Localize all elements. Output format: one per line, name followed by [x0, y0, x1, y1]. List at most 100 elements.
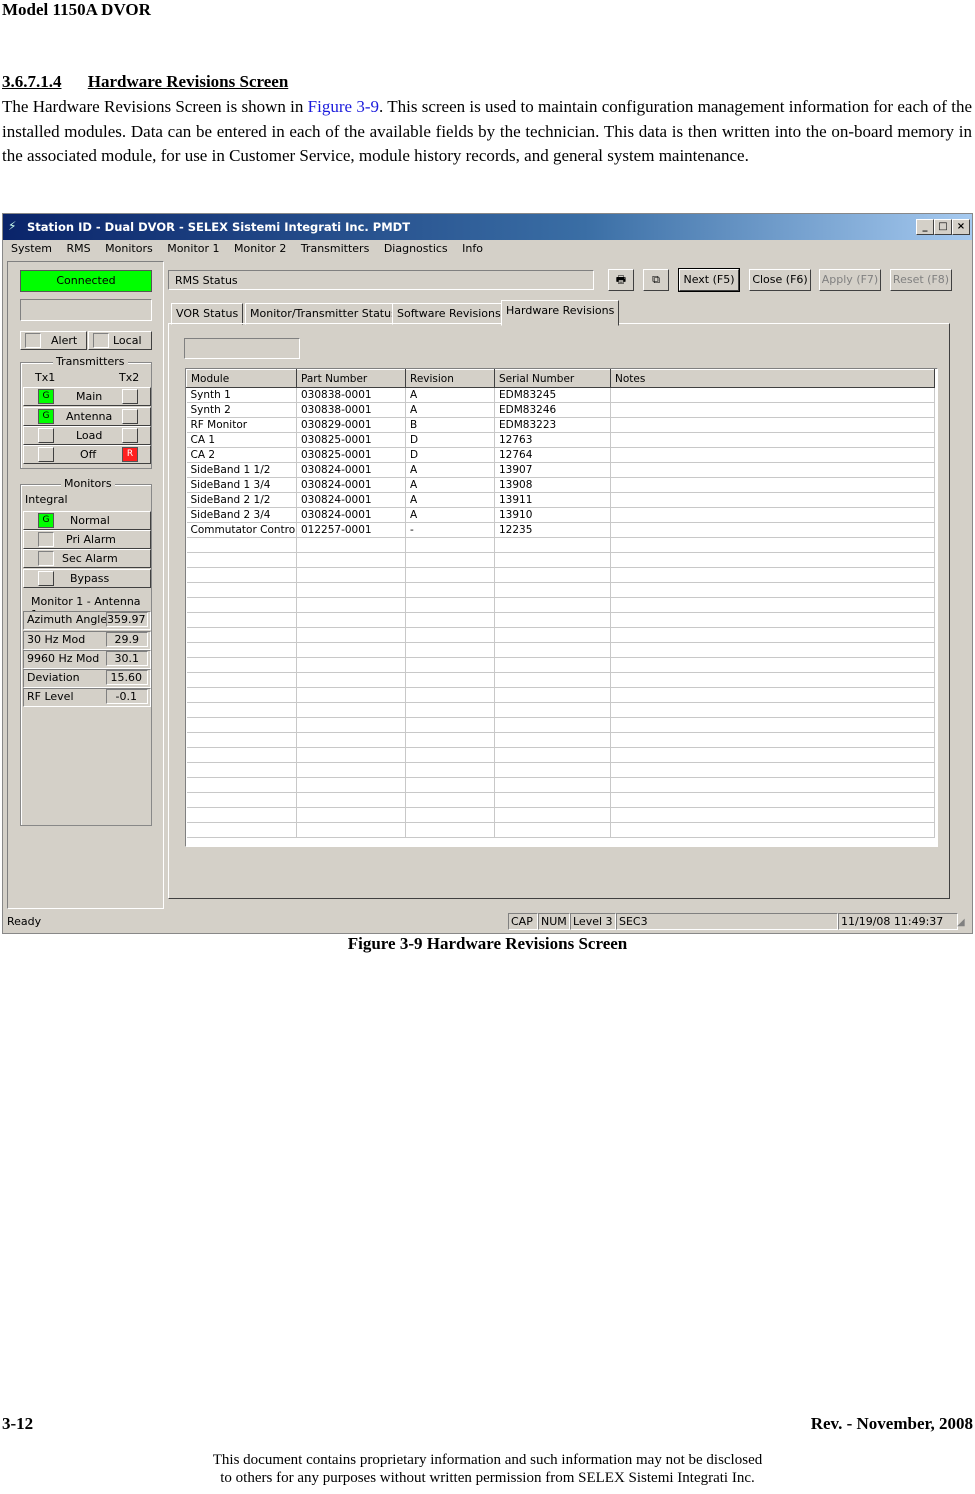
table-cell[interactable]: SideBand 1 3/4: [186, 477, 297, 493]
table-cell[interactable]: EDM83246: [494, 402, 611, 418]
table-cell[interactable]: A: [405, 492, 495, 508]
close-window-button[interactable]: ×: [952, 219, 970, 235]
table-row-empty[interactable]: [186, 807, 935, 823]
table-row[interactable]: SideBand 2 1/2 030824-0001 A 13911: [186, 492, 935, 508]
tx-antenna-row[interactable]: G Antenna: [23, 407, 151, 426]
table-row-empty[interactable]: [186, 822, 935, 838]
table-cell[interactable]: [405, 792, 495, 808]
copy-button[interactable]: ⧉: [643, 269, 669, 291]
table-cell[interactable]: [610, 522, 935, 538]
resize-grip-icon[interactable]: ◢: [957, 917, 965, 928]
table-cell[interactable]: [494, 762, 611, 778]
reset-button[interactable]: Reset (F8): [890, 269, 952, 291]
table-cell[interactable]: 13911: [494, 492, 611, 508]
tx-load-row[interactable]: Load: [23, 426, 151, 445]
figure-link[interactable]: Figure 3-9: [308, 97, 379, 116]
table-row[interactable]: Synth 1 030838-0001 A EDM83245: [186, 387, 935, 403]
table-cell[interactable]: 030824-0001: [296, 462, 406, 478]
table-cell[interactable]: [296, 717, 406, 733]
table-cell[interactable]: [405, 747, 495, 763]
table-cell[interactable]: [610, 387, 935, 403]
table-cell[interactable]: [494, 567, 611, 583]
table-cell[interactable]: [186, 642, 297, 658]
tab-software-revisions[interactable]: Software Revisions: [392, 303, 506, 325]
table-cell[interactable]: CA 2: [186, 447, 297, 463]
table-cell[interactable]: A: [405, 507, 495, 523]
table-row-empty[interactable]: [186, 537, 935, 553]
table-cell[interactable]: [610, 597, 935, 613]
table-cell[interactable]: 12235: [494, 522, 611, 538]
table-cell[interactable]: 030829-0001: [296, 417, 406, 433]
col-notes[interactable]: Notes: [610, 369, 935, 388]
table-cell[interactable]: [610, 717, 935, 733]
table-cell[interactable]: [405, 822, 495, 838]
table-cell[interactable]: [186, 762, 297, 778]
col-module[interactable]: Module: [186, 369, 297, 388]
tab-field[interactable]: [184, 338, 300, 359]
table-cell[interactable]: [186, 807, 297, 823]
table-cell[interactable]: [494, 537, 611, 553]
table-cell[interactable]: 030824-0001: [296, 507, 406, 523]
menu-info[interactable]: Info: [462, 240, 483, 255]
table-cell[interactable]: [186, 822, 297, 838]
table-cell[interactable]: 012257-0001: [296, 522, 406, 538]
table-cell[interactable]: [296, 567, 406, 583]
table-cell[interactable]: [494, 642, 611, 658]
table-cell[interactable]: [405, 552, 495, 568]
table-cell[interactable]: [186, 777, 297, 793]
table-cell[interactable]: [494, 717, 611, 733]
menu-monitor-1[interactable]: Monitor 1: [167, 240, 219, 255]
table-cell[interactable]: [405, 612, 495, 628]
table-cell[interactable]: [405, 537, 495, 553]
table-cell[interactable]: [296, 612, 406, 628]
table-cell[interactable]: [186, 672, 297, 688]
table-cell[interactable]: 030825-0001: [296, 432, 406, 448]
table-cell[interactable]: -: [405, 522, 495, 538]
table-cell[interactable]: SideBand 2 3/4: [186, 507, 297, 523]
table-cell[interactable]: [494, 552, 611, 568]
table-row-empty[interactable]: [186, 612, 935, 628]
table-cell[interactable]: [186, 582, 297, 598]
table-cell[interactable]: [405, 642, 495, 658]
col-serial-number[interactable]: Serial Number: [494, 369, 611, 388]
table-cell[interactable]: [610, 582, 935, 598]
table-cell[interactable]: [494, 672, 611, 688]
table-cell[interactable]: [296, 657, 406, 673]
table-cell[interactable]: A: [405, 477, 495, 493]
col-part-number[interactable]: Part Number: [296, 369, 406, 388]
menu-rms[interactable]: RMS: [67, 240, 91, 255]
tab-monitor-transmitter-status[interactable]: Monitor/Transmitter Status: [245, 303, 402, 325]
table-cell[interactable]: [296, 702, 406, 718]
table-cell[interactable]: Commutator Control: [186, 522, 297, 538]
table-cell[interactable]: [610, 612, 935, 628]
table-cell[interactable]: SideBand 2 1/2: [186, 492, 297, 508]
table-row-empty[interactable]: [186, 762, 935, 778]
table-cell[interactable]: [405, 762, 495, 778]
table-cell[interactable]: [296, 672, 406, 688]
table-cell[interactable]: [296, 747, 406, 763]
table-cell[interactable]: [610, 627, 935, 643]
table-cell[interactable]: SideBand 1 1/2: [186, 462, 297, 478]
table-cell[interactable]: [405, 687, 495, 703]
table-cell[interactable]: [494, 702, 611, 718]
table-cell[interactable]: [186, 747, 297, 763]
table-cell[interactable]: D: [405, 432, 495, 448]
table-cell[interactable]: [610, 672, 935, 688]
table-cell[interactable]: CA 1: [186, 432, 297, 448]
menu-monitors[interactable]: Monitors: [105, 240, 153, 255]
table-row-empty[interactable]: [186, 672, 935, 688]
table-cell[interactable]: [610, 432, 935, 448]
table-cell[interactable]: [610, 687, 935, 703]
tab-vor-status[interactable]: VOR Status: [171, 303, 244, 325]
table-cell[interactable]: 030838-0001: [296, 402, 406, 418]
table-cell[interactable]: [494, 657, 611, 673]
table-cell[interactable]: [494, 612, 611, 628]
table-cell[interactable]: [610, 642, 935, 658]
table-cell[interactable]: [186, 612, 297, 628]
table-cell[interactable]: [610, 567, 935, 583]
table-cell[interactable]: [405, 672, 495, 688]
table-cell[interactable]: [494, 747, 611, 763]
table-row-empty[interactable]: [186, 627, 935, 643]
menu-monitor-2[interactable]: Monitor 2: [234, 240, 286, 255]
table-cell[interactable]: [296, 792, 406, 808]
